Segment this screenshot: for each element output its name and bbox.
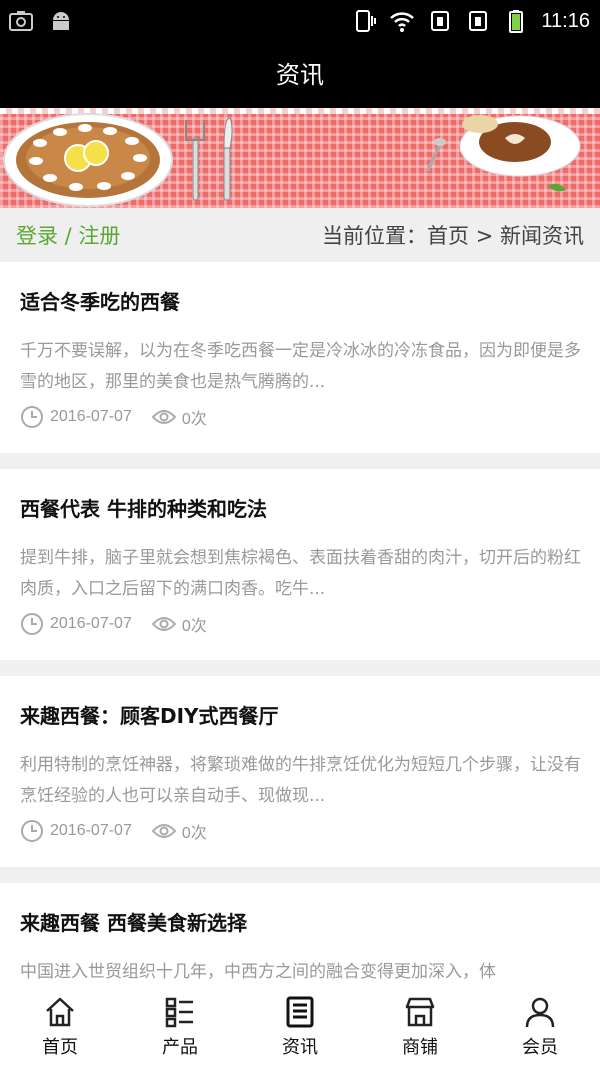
clock-icon (21, 613, 43, 635)
shop-icon (405, 997, 435, 1027)
food-illustration (3, 113, 581, 207)
news-date: 2016-07-07 (50, 615, 132, 632)
nav-item-member[interactable]: 会员 (480, 987, 600, 1067)
eye-icon (151, 410, 176, 424)
nav-item-home[interactable]: 首页 (0, 987, 120, 1067)
sim-signal-icon (431, 11, 450, 31)
news-summary: 中国进入世贸组织十几年，中西方之间的融合变得更加深入，体 (20, 962, 496, 982)
news-item[interactable]: 来趣西餐：顾客DIY式西餐厅 利用特制的烹饪神器，将繁琐难做的牛排烹饪优化为短短… (0, 676, 600, 867)
news-title[interactable]: 西餐代表 牛排的种类和吃法 (20, 493, 267, 522)
grid-list-icon (165, 997, 193, 1028)
user-icon (525, 997, 555, 1028)
eye-icon (151, 824, 176, 838)
page-title: 资讯 (0, 42, 600, 108)
nav-item-products[interactable]: 产品 (120, 987, 240, 1067)
nav-label: 产品 (162, 1037, 198, 1058)
news-summary: 提到牛排，脑子里就会想到焦棕褐色、表面扶着香甜的肉汁，切开后的粉红肉质，入口之后… (20, 548, 581, 599)
news-date: 2016-07-07 (50, 408, 132, 425)
news-title[interactable]: 适合冬季吃的西餐 (20, 286, 180, 315)
nav-item-news[interactable]: 资讯 (240, 987, 360, 1067)
clock-time: 11:16 (541, 9, 590, 32)
news-title[interactable]: 来趣西餐 西餐美食新选择 (20, 907, 247, 936)
news-date: 2016-07-07 (50, 822, 132, 839)
news-title[interactable]: 来趣西餐：顾客DIY式西餐厅 (20, 700, 279, 729)
news-meta: 2016-07-07 0次 (20, 405, 207, 429)
news-meta: 2016-07-07 0次 (20, 612, 207, 636)
eye-icon (151, 617, 176, 631)
news-summary: 千万不要误解，以为在冬季吃西餐一定是冷冰冰的冷冻食品，因为即便是多雪的地区，那里… (20, 341, 581, 392)
nav-label: 资讯 (282, 1037, 318, 1058)
android-icon (53, 12, 69, 30)
clock-icon (21, 406, 43, 428)
news-icon (286, 996, 314, 1028)
sim-signal-icon (469, 11, 488, 31)
wifi-icon (390, 12, 415, 32)
battery-icon (509, 10, 524, 33)
news-item[interactable]: 西餐代表 牛排的种类和吃法 提到牛排，脑子里就会想到焦棕褐色、表面扶着香甜的肉汁… (0, 469, 600, 660)
breadcrumb: 当前位置：首页 > 新闻资讯 (322, 224, 584, 248)
status-bar: 11:16 (0, 0, 600, 42)
news-meta: 2016-07-07 0次 (20, 819, 207, 843)
clock-icon (21, 820, 43, 842)
news-views: 0次 (181, 411, 207, 428)
nav-label: 商铺 (402, 1037, 438, 1058)
login-register-link[interactable]: 登录 / 注册 (16, 220, 120, 250)
vibrate-icon (356, 10, 377, 32)
home-icon (46, 997, 74, 1027)
nav-item-shop[interactable]: 商铺 (360, 987, 480, 1067)
location-bar: 登录 / 注册 当前位置：首页 > 新闻资讯 (0, 208, 600, 262)
news-views: 0次 (181, 825, 207, 842)
news-summary: 利用特制的烹饪神器，将繁琐难做的牛排烹饪优化为短短几个步骤，让没有烹饪经验的人也… (20, 755, 581, 806)
news-views: 0次 (181, 618, 207, 635)
banner-image (0, 108, 600, 208)
nav-label: 首页 (42, 1037, 78, 1058)
bottom-nav: 首页 产品 资讯 商铺 会员 (0, 987, 600, 1067)
screenshot-icon (9, 11, 33, 31)
nav-label: 会员 (522, 1037, 558, 1058)
news-item[interactable]: 适合冬季吃的西餐 千万不要误解，以为在冬季吃西餐一定是冷冰冰的冷冻食品，因为即便… (0, 262, 600, 453)
